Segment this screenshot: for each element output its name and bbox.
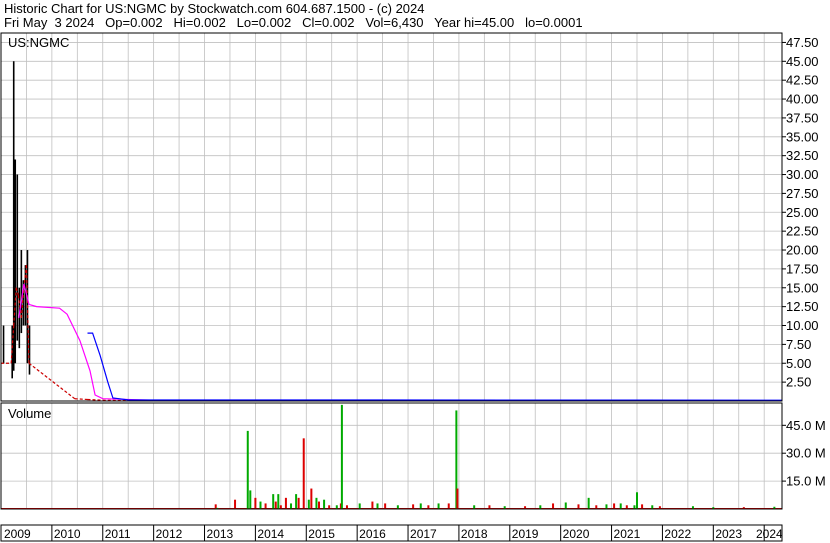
stock-chart: Historic Chart for US:NGMC by Stockwatch… — [0, 0, 830, 543]
volume-bar — [302, 438, 305, 509]
volume-bar — [419, 503, 422, 509]
close-marker — [87, 398, 103, 401]
volume-bar — [564, 502, 567, 509]
volume-tick-label: 45.0 M — [786, 418, 826, 433]
volume-bar — [412, 504, 415, 509]
volume-bar — [249, 490, 252, 509]
year-tick-label: 2019 — [512, 527, 539, 541]
volume-bar — [605, 504, 608, 509]
volume-bar — [310, 488, 313, 509]
volume-bar — [323, 499, 326, 509]
volume-bar — [619, 503, 622, 509]
year-tick-label: 2018 — [461, 527, 488, 541]
volume-bar — [437, 503, 440, 509]
price-tick-label: 2.50 — [786, 375, 811, 390]
volume-bar — [290, 503, 293, 509]
volume-bar — [427, 505, 430, 509]
volume-bar — [577, 504, 580, 509]
price-tick-label: 10.00 — [786, 318, 819, 333]
volume-tick-label: 30.0 M — [786, 446, 826, 461]
year-tick-label: 2023 — [715, 527, 742, 541]
price-tick-label: 47.50 — [786, 35, 819, 50]
volume-bar — [473, 505, 476, 509]
price-tick-label: 35.00 — [786, 129, 819, 144]
price-tick-label: 12.50 — [786, 299, 819, 314]
volume-bar — [651, 505, 654, 509]
price-tick-label: 17.50 — [786, 261, 819, 276]
volume-bar — [358, 503, 361, 509]
volume-bar — [297, 497, 300, 509]
year-tick-label: 2021 — [614, 527, 641, 541]
volume-bar — [277, 494, 280, 509]
volume-bar — [345, 505, 348, 509]
year-tick-label: 2024 — [756, 527, 783, 541]
volume-bar — [264, 503, 267, 509]
volume-tick-label: 15.0 M — [786, 474, 826, 489]
volume-panel-title: Volume — [8, 406, 51, 421]
volume-bar — [539, 505, 542, 509]
header-line-1: Historic Chart for US:NGMC by Stockwatch… — [4, 1, 425, 16]
price-tick-label: 20.00 — [786, 243, 819, 258]
price-tick-label: 7.50 — [786, 337, 811, 352]
price-tick-label: 15.00 — [786, 280, 819, 295]
volume-bar — [384, 503, 387, 509]
year-tick-label: 2016 — [359, 527, 386, 541]
price-tick-label: 5.00 — [786, 356, 811, 371]
volume-bar — [635, 492, 638, 509]
year-tick-label: 2010 — [54, 527, 81, 541]
volume-bar — [274, 501, 277, 509]
volume-bar — [488, 505, 491, 509]
volume-bar — [595, 505, 598, 509]
volume-bar — [279, 505, 282, 509]
year-tick-label: 2011 — [105, 527, 131, 541]
year-tick-label: 2017 — [410, 527, 437, 541]
price-tick-label: 27.50 — [786, 186, 819, 201]
volume-bar — [272, 494, 275, 509]
volume-bar — [317, 501, 320, 509]
volume-bar — [284, 497, 287, 509]
volume-bar — [307, 499, 310, 509]
volume-bar — [613, 503, 616, 509]
price-tick-label: 30.00 — [786, 167, 819, 182]
year-tick-label: 2022 — [664, 527, 691, 541]
volume-bar — [234, 499, 237, 509]
year-tick-label: 2014 — [257, 527, 284, 541]
price-tick-label: 45.00 — [786, 54, 819, 69]
volume-bar — [254, 497, 257, 509]
volume-axis-ticks: 15.0 M 30.0 M 45.0 M — [782, 418, 826, 489]
chart-background — [0, 0, 830, 543]
year-tick-label: 2012 — [156, 527, 183, 541]
volume-bar — [376, 503, 379, 509]
year-tick-label: 2020 — [563, 527, 590, 541]
volume-bar — [328, 505, 331, 509]
volume-bar — [295, 494, 298, 509]
volume-bar — [340, 404, 343, 509]
volume-bar — [456, 488, 459, 509]
price-tick-label: 37.50 — [786, 110, 819, 125]
volume-bar — [371, 501, 374, 509]
year-tick-label: 2009 — [4, 527, 31, 541]
volume-bar — [587, 497, 590, 509]
price-tick-label: 40.00 — [786, 92, 819, 107]
price-tick-label: 32.50 — [786, 148, 819, 163]
close-marker — [74, 398, 88, 401]
price-tick-label: 25.00 — [786, 205, 819, 220]
volume-bar — [259, 501, 262, 509]
price-tick-label: 42.50 — [786, 73, 819, 88]
volume-bar — [552, 503, 555, 509]
volume-bar — [641, 504, 644, 509]
header-line-2: Fri May 3 2024 Op=0.002 Hi=0.002 Lo=0.00… — [4, 15, 583, 30]
volume-bar — [625, 505, 628, 509]
volume-bar — [246, 430, 249, 509]
volume-bar — [396, 505, 399, 509]
volume-bar — [633, 505, 636, 509]
year-tick-label: 2015 — [308, 527, 335, 541]
volume-bar — [315, 497, 318, 509]
price-tick-label: 22.50 — [786, 224, 819, 239]
volume-bar — [335, 505, 338, 509]
year-tick-label: 2013 — [207, 527, 234, 541]
price-panel-title: US:NGMC — [8, 35, 69, 50]
volume-bar — [447, 503, 450, 509]
